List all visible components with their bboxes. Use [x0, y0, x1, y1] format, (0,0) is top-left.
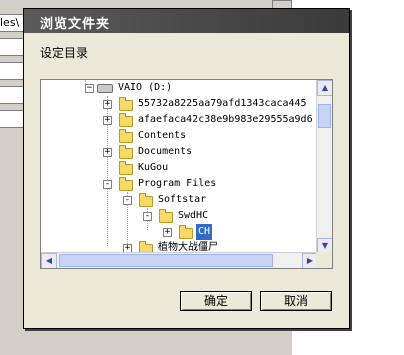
folder-icon [119, 161, 133, 175]
folder-open-icon [139, 193, 153, 207]
tree-item[interactable]: - Softstar [41, 192, 321, 208]
browse-folder-dialog: 浏览文件夹 设定目录 − VAIO (D:) + 55732a8225aa79a… [23, 8, 350, 329]
folder-tree[interactable]: − VAIO (D:) + 55732a8225aa79afd1343caca4… [40, 79, 333, 269]
tree-item[interactable]: - SwdHC [41, 208, 321, 224]
scroll-left-icon[interactable]: ◀ [41, 253, 57, 268]
folder-icon [119, 145, 133, 159]
dialog-titlebar[interactable]: 浏览文件夹 [24, 9, 349, 33]
expand-icon[interactable]: + [163, 228, 172, 237]
folder-icon [119, 113, 133, 127]
scroll-up-icon[interactable]: ▲ [317, 80, 332, 96]
folder-icon [179, 225, 193, 239]
collapse-icon[interactable]: - [103, 180, 112, 189]
folder-open-icon [119, 177, 133, 191]
horizontal-scrollbar[interactable]: ◀ ▶ [41, 252, 318, 268]
tree-item-label: Softstar [158, 194, 207, 205]
cancel-button[interactable]: 取消 [260, 291, 332, 311]
tree-item[interactable]: KuGou [41, 160, 321, 176]
tree-item-label: 55732a8225aa79afd1343caca445 [138, 98, 307, 109]
vertical-scrollbar[interactable]: ▲ ▼ [316, 80, 332, 254]
tree-item-selected[interactable]: + CH [41, 224, 321, 240]
tree-item[interactable]: + Documents [41, 144, 321, 160]
expand-icon[interactable]: + [103, 116, 112, 125]
tree-item[interactable]: - Program Files [41, 176, 321, 192]
collapse-icon[interactable]: - [143, 212, 152, 221]
collapse-icon[interactable]: − [85, 84, 94, 93]
dialog-caption: 设定目录 [40, 46, 89, 60]
drive-icon [97, 84, 113, 93]
tree-item-label: CH [196, 224, 213, 240]
tree-item-label: KuGou [138, 162, 169, 173]
tree-item-label: Contents [138, 130, 187, 141]
folder-icon [119, 129, 133, 143]
dialog-title: 浏览文件夹 [40, 17, 111, 32]
vertical-scroll-thumb[interactable] [318, 104, 331, 128]
horizontal-scroll-thumb[interactable] [59, 254, 273, 267]
tree-item-label: Documents [138, 146, 193, 157]
tree-item-drive[interactable]: − VAIO (D:) [41, 80, 321, 96]
folder-icon [119, 97, 133, 111]
tree-item[interactable]: Contents [41, 128, 321, 144]
tree-item[interactable]: + 55732a8225aa79afd1343caca445 [41, 96, 321, 112]
collapse-icon[interactable]: - [123, 196, 132, 205]
tree-item-label: afaefaca42c38e9b983e29555a9d6 [138, 114, 313, 125]
scrollbar-corner [316, 252, 332, 268]
ok-button[interactable]: 确定 [180, 291, 252, 311]
expand-icon[interactable]: + [103, 100, 112, 109]
tree-item-label: VAIO (D:) [118, 82, 173, 93]
expand-icon[interactable]: + [103, 148, 112, 157]
folder-open-icon [159, 209, 173, 223]
tree-item-label: Program Files [138, 178, 217, 189]
tree-item-label: SwdHC [178, 210, 209, 221]
tree-item[interactable]: + afaefaca42c38e9b983e29555a9d6 [41, 112, 321, 128]
